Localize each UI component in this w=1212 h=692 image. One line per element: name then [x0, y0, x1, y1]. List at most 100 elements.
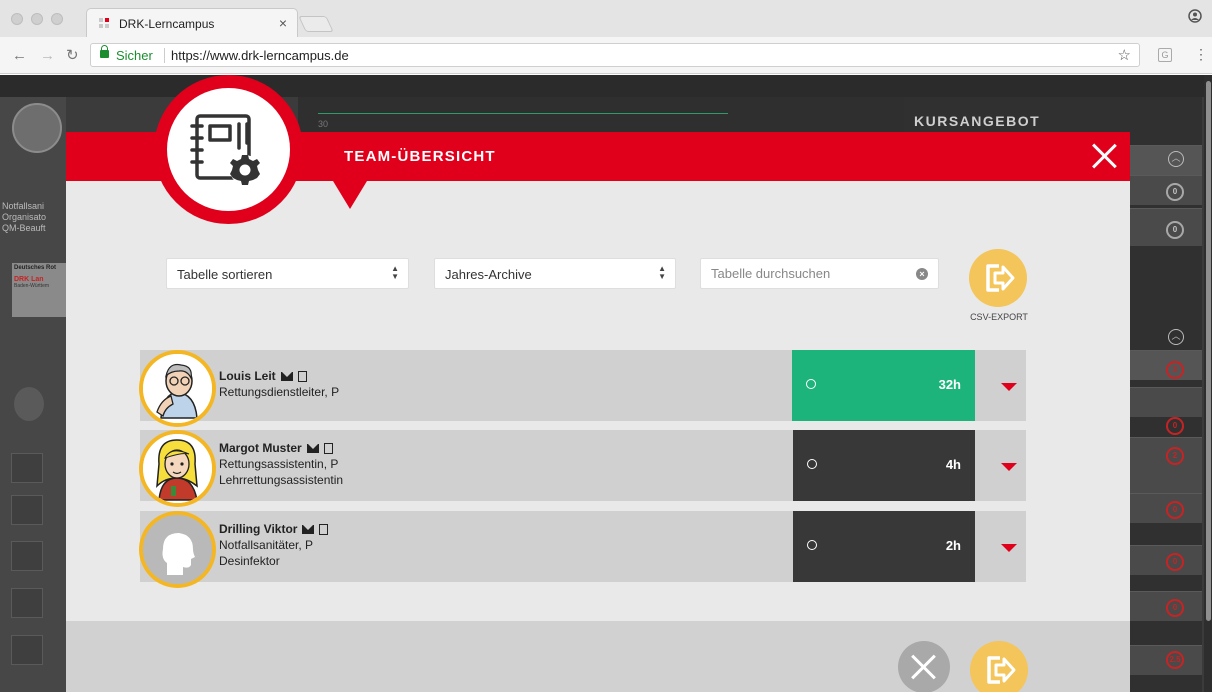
person-placeholder-icon: [143, 515, 212, 584]
modal-title: TEAM-ÜBERSICHT: [344, 148, 496, 165]
window-close-button[interactable]: [11, 13, 23, 25]
table-search-input[interactable]: [701, 259, 911, 288]
background-user-avatar: [12, 103, 62, 153]
cartoon-woman-avatar-icon: [143, 434, 212, 503]
background-timer-icon: 2.5: [1166, 651, 1184, 669]
background-timer-icon: 0: [1166, 501, 1184, 519]
member-info: Drilling Viktor Notfallsanitäter, P Desi…: [219, 521, 329, 569]
hours-value: 32h: [938, 377, 961, 392]
clock-icon: [807, 540, 817, 550]
background-timer-icon: 0: [1166, 221, 1184, 239]
background-collapse-icon: ︿: [1168, 329, 1184, 345]
drk-favicon-icon: [99, 18, 111, 30]
background-checklist-icon: [11, 635, 43, 665]
background-timer-icon: 0: [1166, 599, 1184, 617]
bookmark-star-icon[interactable]: ☆: [1118, 46, 1131, 64]
browser-address-bar: ← → ↻ Sicher https://www.drk-lerncampus.…: [0, 37, 1212, 74]
background-timer-icon: 0: [1166, 553, 1184, 571]
member-avatar: [139, 511, 216, 588]
table-row: Louis Leit Rettungsdienstleiter, P 32h: [139, 350, 1026, 427]
background-award-icon: [11, 588, 43, 618]
browser-tab-bar: DRK-Lerncampus ×: [0, 0, 1212, 37]
member-name: Margot Muster: [219, 441, 302, 455]
year-archive-select[interactable]: Jahres-Archive ▲ ▼: [434, 258, 676, 289]
tab-close-icon[interactable]: ×: [279, 15, 287, 31]
new-tab-button[interactable]: [298, 16, 334, 32]
document-icon[interactable]: [323, 443, 333, 454]
hours-cell: 4h: [793, 430, 975, 501]
tab-title: DRK-Lerncampus: [119, 17, 215, 31]
page-scrollbar-thumb[interactable]: [1206, 81, 1211, 621]
expand-row-icon[interactable]: [1001, 463, 1017, 471]
modal-footer: [66, 621, 1130, 692]
lock-icon: [100, 45, 109, 58]
hours-value: 2h: [945, 538, 961, 553]
background-tools-icon: [14, 387, 44, 421]
background-collapse-icon: ︿: [1168, 151, 1184, 167]
secure-label: Sicher: [116, 48, 153, 63]
cartoon-man-avatar-icon: [143, 354, 212, 423]
expand-row-icon[interactable]: [1001, 544, 1017, 552]
csv-export-button[interactable]: [969, 249, 1027, 307]
hours-value: 4h: [945, 457, 961, 472]
member-role: Rettungsdienstleiter, P: [219, 385, 340, 399]
window-minimize-button[interactable]: [31, 13, 43, 25]
table-row: Margot Muster Rettungsassistentin, P Leh…: [139, 430, 1026, 507]
export-arrow-icon: [987, 656, 1016, 684]
member-role: Lehrrettungsassistentin: [219, 473, 344, 487]
extension-icon[interactable]: G: [1158, 48, 1172, 62]
profile-icon[interactable]: [1188, 9, 1202, 27]
clock-icon: [806, 379, 816, 389]
table-row: Drilling Viktor Notfallsanitäter, P Desi…: [139, 511, 1026, 588]
team-overview-modal: TEAM-ÜBERSICHT Tabelle sortieren ▲ ▼ Jah…: [66, 75, 1130, 692]
background-timer-icon: 3: [1166, 361, 1184, 379]
sort-table-select[interactable]: Tabelle sortieren ▲ ▼: [166, 258, 409, 289]
table-search-field: ×: [700, 258, 939, 289]
member-name: Louis Leit: [219, 369, 276, 383]
background-classroom-icon: [11, 453, 43, 483]
csv-export-label: CSV-EXPORT: [970, 312, 1028, 322]
mail-icon[interactable]: [302, 525, 315, 534]
member-role: Notfallsanitäter, P: [219, 538, 314, 552]
member-info: Margot Muster Rettungsassistentin, P Leh…: [219, 440, 343, 488]
member-avatar: [139, 350, 216, 427]
hours-cell: 32h: [792, 350, 975, 421]
clock-icon: [807, 459, 817, 469]
background-timer-icon: 0: [1166, 183, 1184, 201]
expand-row-icon[interactable]: [1001, 383, 1017, 391]
mail-icon[interactable]: [280, 372, 293, 381]
export-arrow-icon: [986, 264, 1015, 292]
member-name: Drilling Viktor: [219, 522, 298, 536]
footer-export-button[interactable]: [970, 641, 1028, 692]
background-drk-logo: Deutsches Rot DRK Lan Baden-Württem: [12, 263, 66, 317]
clear-search-icon[interactable]: ×: [916, 268, 928, 280]
url-text: https://www.drk-lerncampus.de: [171, 48, 349, 63]
team-settings-badge: [154, 75, 303, 224]
background-kursangebot-heading: KURSANGEBOT: [914, 113, 1041, 129]
browser-menu-icon[interactable]: ⋮: [1194, 46, 1208, 63]
background-roles: Notfallsani Organisato QM-Beauft: [2, 201, 47, 233]
member-role: Desinfektor: [219, 554, 280, 568]
browser-tab[interactable]: DRK-Lerncampus ×: [86, 8, 298, 37]
url-field[interactable]: Sicher https://www.drk-lerncampus.de ☆: [90, 43, 1140, 67]
forward-arrow-icon[interactable]: →: [40, 47, 55, 64]
notebook-gear-icon: [190, 114, 260, 185]
document-icon[interactable]: [297, 371, 307, 382]
background-timer-icon: 2: [1166, 447, 1184, 465]
back-arrow-icon[interactable]: ←: [12, 47, 27, 64]
background-network-icon: [11, 541, 43, 571]
footer-close-button[interactable]: [898, 641, 950, 692]
hours-cell: 2h: [793, 511, 975, 582]
member-info: Louis Leit Rettungsdienstleiter, P: [219, 368, 339, 400]
window-zoom-button[interactable]: [51, 13, 63, 25]
member-role: Rettungsassistentin, P: [219, 457, 339, 471]
member-avatar: [139, 430, 216, 507]
mail-icon[interactable]: [306, 444, 319, 453]
background-team-icon: [11, 495, 43, 525]
reload-icon[interactable]: ↻: [66, 46, 79, 64]
select-arrows-icon: ▲ ▼: [658, 264, 666, 281]
background-timer-icon: 0: [1166, 417, 1184, 435]
modal-close-icon[interactable]: [1090, 142, 1118, 170]
select-arrows-icon: ▲ ▼: [391, 264, 399, 281]
document-icon[interactable]: [319, 524, 329, 535]
